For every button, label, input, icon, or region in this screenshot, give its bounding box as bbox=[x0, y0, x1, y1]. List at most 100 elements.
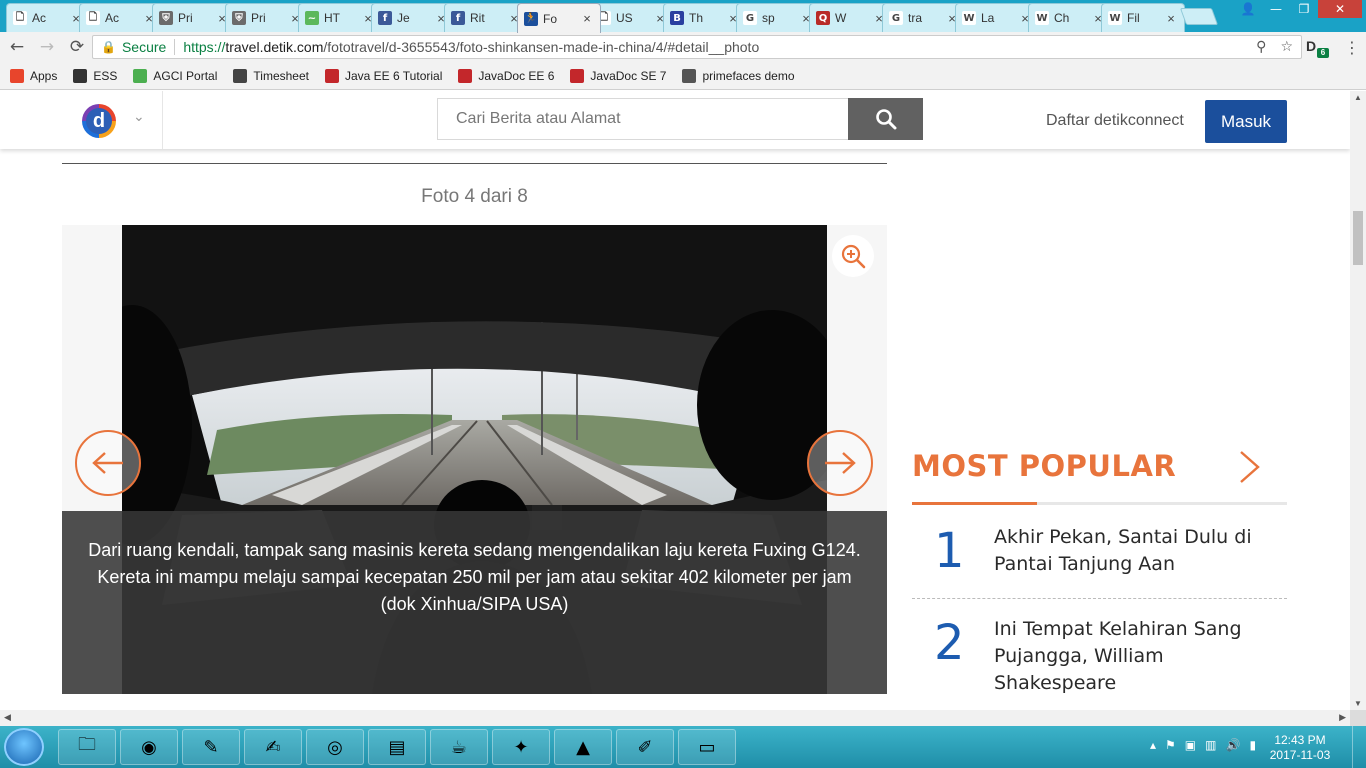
zoom-in-button[interactable] bbox=[832, 235, 874, 277]
notepad-icon[interactable]: ✎ bbox=[182, 729, 240, 765]
maximize-button[interactable]: ❐ bbox=[1290, 0, 1318, 18]
close-tab-icon[interactable]: × bbox=[580, 11, 594, 26]
reload-button[interactable]: ⟳ bbox=[64, 34, 90, 60]
browser-tab[interactable]: W Ch × bbox=[1028, 3, 1112, 32]
browser-tab[interactable]: ~ HT × bbox=[298, 3, 382, 32]
scroll-up-arrow[interactable]: ▲ bbox=[1354, 93, 1362, 102]
forward-button[interactable]: → bbox=[34, 34, 60, 60]
arrow-left-icon bbox=[92, 452, 123, 474]
register-link[interactable]: Daftar detikconnect bbox=[1046, 112, 1184, 130]
back-button[interactable]: ← bbox=[4, 34, 30, 60]
volume-icon[interactable]: 🔊 bbox=[1225, 738, 1240, 752]
scroll-down-arrow[interactable]: ▼ bbox=[1354, 699, 1362, 708]
bookmark-item[interactable]: Timesheet bbox=[233, 68, 309, 83]
search-button[interactable] bbox=[848, 98, 923, 140]
chart-icon: ~ bbox=[305, 11, 319, 25]
network-icon[interactable]: ▥ bbox=[1205, 738, 1216, 752]
ess-icon bbox=[73, 68, 88, 83]
browser-tab[interactable]: Gsp × bbox=[736, 3, 820, 32]
address-bar[interactable]: 🔒 Secure https://travel.detik.com/fototr… bbox=[92, 35, 1302, 59]
bookmark-label: ESS bbox=[93, 68, 118, 83]
browser-tab[interactable]: Gtra × bbox=[882, 3, 966, 32]
browser-tab[interactable]: 🗋 US × bbox=[590, 3, 674, 32]
action-center-icon[interactable]: ⚑ bbox=[1165, 738, 1176, 752]
browser-tab[interactable]: Q W × bbox=[809, 3, 893, 32]
scroll-thumb[interactable] bbox=[1353, 211, 1363, 265]
chevron-down-icon[interactable]: ⌄ bbox=[133, 109, 145, 125]
browser-tab[interactable]: ⛨ Pri × bbox=[152, 3, 236, 32]
header-divider bbox=[162, 91, 163, 149]
shield-icon: ⛨ bbox=[159, 11, 173, 25]
chrome-icon[interactable]: ◎ bbox=[306, 729, 364, 765]
popular-title[interactable]: Ini Tempat Kelahiran Sang Pujangga, Will… bbox=[994, 616, 1284, 697]
notepadpp-icon[interactable]: ✍ bbox=[244, 729, 302, 765]
file-explorer-icon[interactable]: 🗀 bbox=[58, 729, 116, 765]
clock-time: 12:43 PM bbox=[1274, 733, 1326, 747]
search-input[interactable]: Cari Berita atau Alamat bbox=[437, 98, 849, 140]
bookmark-item[interactable]: Apps bbox=[10, 68, 57, 83]
battery-icon[interactable]: ▮ bbox=[1249, 738, 1256, 752]
site-header: d ⌄ Cari Berita atau Alamat Daftar detik… bbox=[0, 91, 1350, 149]
bookmark-star-icon[interactable]: ☆ bbox=[1280, 39, 1293, 55]
detik-logo[interactable]: d bbox=[82, 104, 116, 138]
close-window-button[interactable]: ✕ bbox=[1318, 0, 1362, 18]
google-icon: G bbox=[743, 11, 757, 25]
device-icon[interactable]: ▣ bbox=[1185, 738, 1196, 752]
horizontal-scrollbar[interactable]: ◀ ▶ bbox=[0, 710, 1350, 726]
acrobat-icon[interactable]: ✦ bbox=[492, 729, 550, 765]
tab-title: Pri bbox=[251, 11, 266, 25]
new-tab-button[interactable] bbox=[1179, 8, 1219, 25]
close-tab-icon[interactable]: × bbox=[1164, 11, 1178, 26]
bookmark-item[interactable]: Java EE 6 Tutorial bbox=[324, 68, 442, 83]
vertical-scrollbar[interactable]: ▲ ▼ bbox=[1350, 91, 1366, 710]
zoom-icon[interactable]: ⚲ bbox=[1256, 39, 1266, 55]
scroll-right-arrow[interactable]: ▶ bbox=[1339, 712, 1346, 723]
java-ee-ide-icon[interactable]: ☕ bbox=[430, 729, 488, 765]
start-button[interactable] bbox=[4, 728, 44, 766]
browser-tab[interactable]: W La × bbox=[955, 3, 1039, 32]
bookmark-item[interactable]: primefaces demo bbox=[682, 68, 795, 83]
detik-logo-letter: d bbox=[86, 108, 112, 134]
popular-rank: 2 bbox=[934, 615, 965, 671]
browser-tab[interactable]: 🗋 Ac × bbox=[6, 3, 90, 32]
paint-icon[interactable]: ✐ bbox=[616, 729, 674, 765]
oracle-icon bbox=[324, 68, 339, 83]
browser-tab[interactable]: W Fil × bbox=[1101, 3, 1185, 32]
taskbar-clock[interactable]: 12:43 PM 2017-11-03 bbox=[1268, 733, 1332, 763]
popular-rank: 1 bbox=[934, 523, 965, 579]
popular-title[interactable]: Akhir Pekan, Santai Dulu di Pantai Tanju… bbox=[994, 524, 1284, 578]
previous-photo-button[interactable] bbox=[75, 430, 141, 496]
bookmark-item[interactable]: ESS bbox=[73, 68, 118, 83]
tray-expand-icon[interactable]: ▴ bbox=[1150, 738, 1156, 752]
profile-icon[interactable]: 👤 bbox=[1234, 0, 1262, 18]
most-popular-more-button[interactable] bbox=[1236, 449, 1262, 490]
scroll-left-arrow[interactable]: ◀ bbox=[4, 712, 11, 723]
tab-title: Ac bbox=[105, 11, 120, 25]
browser-tab[interactable]: B Th × bbox=[663, 3, 747, 32]
login-button[interactable]: Masuk bbox=[1205, 100, 1287, 143]
extension-icon[interactable]: D6 bbox=[1306, 38, 1329, 58]
system-tray: ▴ ⚑ ▣ ▥ 🔊 ▮ bbox=[1150, 738, 1256, 752]
minimize-button[interactable]: — bbox=[1262, 0, 1290, 18]
vlc-icon[interactable]: ▲ bbox=[554, 729, 612, 765]
next-photo-button[interactable] bbox=[807, 430, 873, 496]
sticky-notes-icon[interactable]: ▤ bbox=[368, 729, 426, 765]
browser-tab[interactable]: f Rit × bbox=[444, 3, 528, 32]
firefox-icon[interactable]: ◉ bbox=[120, 729, 178, 765]
tab-title: Fo bbox=[543, 11, 558, 26]
oracle-icon bbox=[458, 68, 473, 83]
cmd-icon[interactable]: ▭ bbox=[678, 729, 736, 765]
chrome-menu-icon[interactable]: ⋮ bbox=[1344, 38, 1360, 57]
browser-tab[interactable]: f Je × bbox=[371, 3, 455, 32]
browser-tab[interactable]: 🏃 Fo × bbox=[517, 3, 601, 33]
photo-gallery: Dari ruang kendali, tampak sang masinis … bbox=[62, 225, 887, 694]
tab-title: tra bbox=[908, 11, 923, 25]
show-desktop-button[interactable] bbox=[1352, 726, 1366, 768]
browser-tab[interactable]: ⛨ Pri × bbox=[225, 3, 309, 32]
bookmark-item[interactable]: JavaDoc SE 7 bbox=[570, 68, 666, 83]
bookmark-item[interactable]: JavaDoc EE 6 bbox=[458, 68, 554, 83]
bookmark-item[interactable]: AGCI Portal bbox=[133, 68, 217, 83]
browser-tab[interactable]: 🗋 Ac × bbox=[79, 3, 163, 32]
agci-icon bbox=[133, 68, 148, 83]
apps-grid-icon bbox=[10, 68, 24, 83]
